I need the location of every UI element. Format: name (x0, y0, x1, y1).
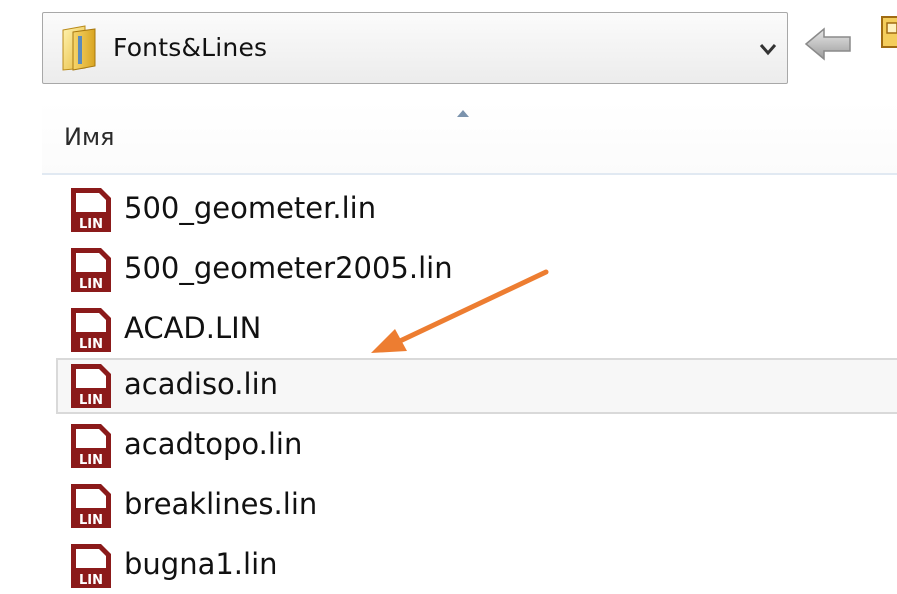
lin-icon-text: LIN (79, 513, 103, 528)
back-arrow-icon[interactable] (804, 26, 852, 62)
up-folder-icon[interactable] (879, 15, 897, 49)
file-row[interactable]: LIN 500_geometer2005.lin (56, 242, 897, 298)
lin-icon-text: LIN (79, 453, 103, 468)
sort-ascending-icon (457, 110, 469, 117)
file-row[interactable]: LIN breaklines.lin (56, 478, 897, 534)
file-list: LIN 500_geometer.lin LIN 500_geometer200… (0, 178, 897, 594)
column-name-label: Имя (64, 123, 115, 151)
file-name: 500_geometer.lin (124, 191, 377, 225)
lin-file-icon: LIN (71, 308, 111, 352)
lin-icon-text: LIN (79, 393, 103, 408)
lin-icon-text: LIN (79, 337, 103, 352)
lin-file-icon: LIN (71, 188, 111, 232)
file-name: bugna1.lin (124, 547, 278, 581)
column-header-name[interactable]: Имя (42, 101, 897, 175)
lin-file-icon: LIN (71, 424, 111, 468)
file-row[interactable]: LIN 500_geometer.lin (56, 182, 897, 238)
lin-file-icon: LIN (71, 364, 111, 408)
lin-file-icon: LIN (71, 248, 111, 292)
folder-icon (62, 25, 96, 71)
location-dropdown[interactable]: Fonts&Lines (42, 12, 788, 84)
file-row[interactable]: LIN acadtopo.lin (56, 418, 897, 474)
lin-icon-text: LIN (79, 277, 103, 292)
chevron-down-icon[interactable] (759, 42, 777, 56)
file-row[interactable]: LIN bugna1.lin (56, 538, 897, 594)
file-name: acadtopo.lin (124, 427, 303, 461)
file-row-selected[interactable]: LIN acadiso.lin (56, 358, 897, 414)
file-name: ACAD.LIN (124, 311, 262, 345)
lin-file-icon: LIN (71, 484, 111, 528)
file-name: acadiso.lin (124, 367, 279, 401)
lin-icon-text: LIN (79, 217, 103, 232)
file-dialog: Fonts&Lines Имя LIN 500_geometer.lin LIN… (0, 0, 897, 594)
lin-icon-text: LIN (79, 573, 103, 588)
lin-file-icon: LIN (71, 544, 111, 588)
location-text: Fonts&Lines (113, 33, 268, 62)
file-name: 500_geometer2005.lin (124, 251, 453, 285)
file-name: breaklines.lin (124, 487, 318, 521)
file-row[interactable]: LIN ACAD.LIN (56, 302, 897, 358)
